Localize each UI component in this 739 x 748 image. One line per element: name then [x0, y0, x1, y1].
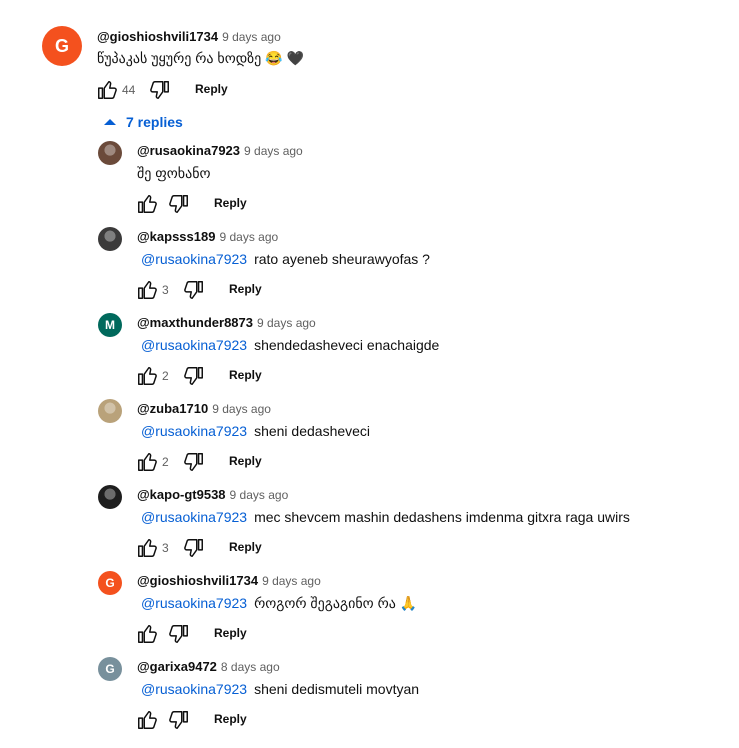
mention-link[interactable]: @rusaokina7923	[141, 595, 247, 611]
comment-body: rato ayeneb sheurawyofas ?	[254, 251, 430, 267]
comment-author[interactable]: @gioshioshvili1734	[97, 29, 218, 44]
reply-button[interactable]: Reply	[214, 712, 247, 726]
thumb-up-icon[interactable]	[136, 193, 158, 215]
comment-text: @rusaokina7923 rato ayeneb sheurawyofas ?	[141, 251, 430, 267]
reply-button[interactable]: Reply	[229, 368, 262, 382]
avatar[interactable]	[98, 141, 122, 165]
avatar[interactable]: G	[42, 26, 82, 66]
comment-author[interactable]: @garixa9472	[137, 659, 217, 674]
comment-text: @rusaokina7923 sheni dedasheveci	[141, 423, 370, 439]
thumb-up-icon[interactable]	[96, 79, 118, 101]
comment-text: წუპაკას უყურე რა ხოდზე 😂 🖤	[97, 50, 304, 66]
thumb-down-icon[interactable]	[168, 709, 190, 731]
comment-author[interactable]: @maxthunder8873	[137, 315, 253, 330]
like-count: 2	[162, 369, 169, 383]
comment-time[interactable]: 9 days ago	[230, 488, 289, 502]
avatar-photo	[98, 227, 122, 251]
comment-text: შე ფოხანო	[137, 165, 211, 182]
comment-body: როგორ შეგაგინო რა 🙏	[254, 595, 418, 611]
avatar[interactable]	[98, 227, 122, 251]
avatar-letter: M	[105, 318, 115, 332]
thumb-down-icon[interactable]	[168, 623, 190, 645]
replies-toggle-label: 7 replies	[126, 114, 183, 130]
comment-body: sheni dedismuteli movtyan	[254, 681, 420, 697]
mention-link[interactable]: @rusaokina7923	[141, 337, 247, 353]
comment-body: mec shevcem mashin dedashens imdenma git…	[254, 509, 630, 525]
comment-header: @gioshioshvili1734 9 days ago	[137, 572, 321, 590]
comment-body: sheni dedasheveci	[254, 423, 371, 439]
avatar[interactable]	[98, 399, 122, 423]
comment-header: @gioshioshvili1734 9 days ago	[97, 28, 281, 46]
like-count: 2	[162, 455, 169, 469]
comment-author[interactable]: @kapo-gt9538	[137, 487, 226, 502]
comment-header: @rusaokina7923 9 days ago	[137, 142, 303, 160]
avatar-letter: G	[54, 35, 69, 56]
comment-author[interactable]: @zuba1710	[137, 401, 208, 416]
comment-time[interactable]: 9 days ago	[257, 316, 316, 330]
thumb-down-icon[interactable]	[183, 537, 205, 559]
thumb-down-icon[interactable]	[183, 279, 205, 301]
thumb-up-icon[interactable]	[136, 709, 158, 731]
comment-header: @maxthunder8873 9 days ago	[137, 314, 316, 332]
thumb-down-icon[interactable]	[149, 79, 171, 101]
comment-time[interactable]: 9 days ago	[244, 144, 303, 158]
thumb-up-icon[interactable]	[136, 279, 158, 301]
like-count: 3	[162, 283, 169, 297]
thumb-down-icon[interactable]	[168, 193, 190, 215]
thumb-up-icon[interactable]	[136, 623, 158, 645]
avatar[interactable]: G	[98, 657, 122, 681]
comment-text: @rusaokina7923 როგორ შეგაგინო რა 🙏	[141, 595, 417, 612]
comment-author[interactable]: @gioshioshvili1734	[137, 573, 258, 588]
reply-button[interactable]: Reply	[229, 282, 262, 296]
avatar-letter: G	[105, 576, 115, 590]
avatar[interactable]: G	[98, 571, 122, 595]
thumb-up-icon[interactable]	[136, 451, 158, 473]
reply-button[interactable]: Reply	[195, 82, 228, 96]
mention-link[interactable]: @rusaokina7923	[141, 509, 247, 525]
mention-link[interactable]: @rusaokina7923	[141, 251, 247, 267]
comment-header: @garixa9472 8 days ago	[137, 658, 280, 676]
like-count: 3	[162, 541, 169, 555]
mention-link[interactable]: @rusaokina7923	[141, 681, 247, 697]
thumb-down-icon[interactable]	[183, 451, 205, 473]
comment-text: @rusaokina7923 shendedasheveci enachaigde	[141, 337, 439, 353]
avatar-letter: G	[105, 662, 115, 676]
like-count: 44	[122, 83, 136, 97]
comment-time[interactable]: 9 days ago	[212, 402, 271, 416]
comment-body: shendedasheveci enachaigde	[254, 337, 440, 353]
avatar[interactable]	[98, 485, 122, 509]
comment-time[interactable]: 9 days ago	[219, 230, 278, 244]
avatar-photo	[98, 485, 122, 509]
avatar[interactable]: M	[98, 313, 122, 337]
reply-button[interactable]: Reply	[229, 540, 262, 554]
comment-body: შე ფოხანო	[137, 165, 211, 181]
comment-author[interactable]: @rusaokina7923	[137, 143, 240, 158]
comment-time[interactable]: 8 days ago	[221, 660, 280, 674]
comment-author[interactable]: @kapsss189	[137, 229, 215, 244]
reply-button[interactable]: Reply	[214, 626, 247, 640]
comment-time[interactable]: 9 days ago	[222, 30, 281, 44]
comment-time[interactable]: 9 days ago	[262, 574, 321, 588]
mention-link[interactable]: @rusaokina7923	[141, 423, 247, 439]
thumb-down-icon[interactable]	[183, 365, 205, 387]
comment-header: @kapo-gt9538 9 days ago	[137, 486, 288, 504]
comment-text: @rusaokina7923 mec shevcem mashin dedashe…	[141, 509, 630, 525]
comment-text: @rusaokina7923 sheni dedismuteli movtyan	[141, 681, 419, 697]
comment-header: @kapsss189 9 days ago	[137, 228, 278, 246]
replies-toggle[interactable]: 7 replies	[104, 114, 183, 130]
thumb-up-icon[interactable]	[136, 537, 158, 559]
thumb-up-icon[interactable]	[136, 365, 158, 387]
avatar-photo	[98, 399, 122, 423]
avatar-photo	[98, 141, 122, 165]
caret-up-icon	[104, 118, 116, 126]
reply-button[interactable]: Reply	[214, 196, 247, 210]
reply-button[interactable]: Reply	[229, 454, 262, 468]
comment-header: @zuba1710 9 days ago	[137, 400, 271, 418]
